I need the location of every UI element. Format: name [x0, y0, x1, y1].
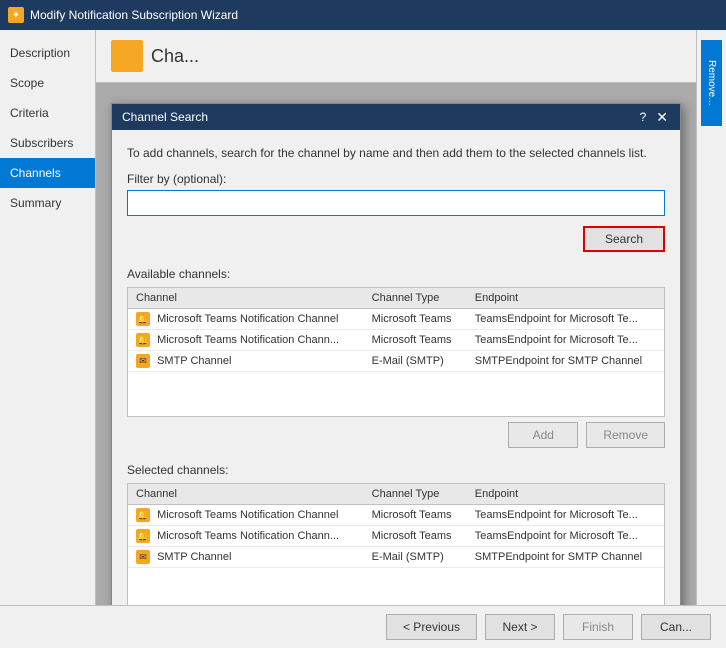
main-content: Description Scope Criteria Subscribers C… — [0, 30, 726, 605]
channel-icon: 🔔 — [136, 508, 150, 522]
page-body: Channel Search ? ✕ To add channels, sear… — [96, 83, 696, 605]
right-panel: Remove... — [696, 30, 726, 605]
selected-channels-section: Selected channels: Channel Channel Type … — [127, 463, 665, 605]
available-channels-table-container[interactable]: Channel Channel Type Endpoint — [127, 287, 665, 417]
table-row[interactable]: 🔔 Microsoft Teams Notification Channel M… — [128, 308, 664, 329]
selected-row0-endpoint: TeamsEndpoint for Microsoft Te... — [467, 504, 664, 525]
available-channels-section: Available channels: Channel Channel Type… — [127, 267, 665, 448]
available-row2-endpoint: SMTPEndpoint for SMTP Channel — [467, 350, 664, 371]
selected-row2-endpoint: SMTPEndpoint for SMTP Channel — [467, 546, 664, 567]
channel-icon: ✉ — [136, 354, 150, 368]
selected-row0-channel: 🔔 Microsoft Teams Notification Channel — [128, 504, 364, 525]
bottom-nav: < Previous Next > Finish Can... — [0, 605, 726, 648]
available-channels-table: Channel Channel Type Endpoint — [128, 288, 664, 372]
modal-overlay: Channel Search ? ✕ To add channels, sear… — [96, 83, 696, 605]
page-icon — [111, 40, 143, 72]
modal-body: To add channels, search for the channel … — [112, 130, 680, 605]
search-button[interactable]: Search — [583, 226, 665, 252]
table-row[interactable]: 🔔 Microsoft Teams Notification Chann... … — [128, 525, 664, 546]
selected-col-endpoint: Endpoint — [467, 484, 664, 505]
table-row[interactable]: ✉ SMTP Channel E-Mail (SMTP) SMTPEndpoin… — [128, 546, 664, 567]
available-channels-label: Available channels: — [127, 267, 665, 281]
available-row0-channel: 🔔 Microsoft Teams Notification Channel — [128, 308, 364, 329]
sidebar-item-criteria[interactable]: Criteria — [0, 98, 95, 128]
next-button[interactable]: Next > — [485, 614, 555, 640]
modal-close-button[interactable]: ✕ — [654, 110, 670, 124]
channel-icon: 🔔 — [136, 529, 150, 543]
sidebar: Description Scope Criteria Subscribers C… — [0, 30, 96, 605]
available-row2-channel: ✉ SMTP Channel — [128, 350, 364, 371]
selected-row1-type: Microsoft Teams — [364, 525, 467, 546]
selected-channels-label: Selected channels: — [127, 463, 665, 477]
available-row1-channel: 🔔 Microsoft Teams Notification Chann... — [128, 329, 364, 350]
page-area: Cha... Channel Search ? ✕ — [96, 30, 696, 605]
modal-help-button[interactable]: ? — [640, 110, 647, 124]
available-row1-endpoint: TeamsEndpoint for Microsoft Te... — [467, 329, 664, 350]
selected-col-channel: Channel — [128, 484, 364, 505]
modal-instruction: To add channels, search for the channel … — [127, 145, 665, 162]
search-row: Search — [127, 226, 665, 252]
remove-button[interactable]: Remove... — [701, 40, 722, 126]
available-row2-type: E-Mail (SMTP) — [364, 350, 467, 371]
available-col-channel: Channel — [128, 288, 364, 309]
table-row[interactable]: 🔔 Microsoft Teams Notification Chann... … — [128, 329, 664, 350]
selected-table-header-row: Channel Channel Type Endpoint — [128, 484, 664, 505]
channel-icon: 🔔 — [136, 312, 150, 326]
available-row1-type: Microsoft Teams — [364, 329, 467, 350]
page-header: Cha... — [96, 30, 696, 83]
selected-channels-table: Channel Channel Type Endpoint — [128, 484, 664, 568]
filter-label: Filter by (optional): — [127, 172, 665, 186]
table-row[interactable]: ✉ SMTP Channel E-Mail (SMTP) SMTPEndpoin… — [128, 350, 664, 371]
modal-title: Channel Search — [122, 110, 208, 124]
previous-button[interactable]: < Previous — [386, 614, 477, 640]
modal-title-bar: Channel Search ? ✕ — [112, 104, 680, 130]
available-col-type: Channel Type — [364, 288, 467, 309]
finish-button[interactable]: Finish — [563, 614, 633, 640]
selected-col-type: Channel Type — [364, 484, 467, 505]
bottom-cancel-button[interactable]: Can... — [641, 614, 711, 640]
selected-row2-channel: ✉ SMTP Channel — [128, 546, 364, 567]
app-window: ✦ Modify Notification Subscription Wizar… — [0, 0, 726, 648]
sidebar-item-subscribers[interactable]: Subscribers — [0, 128, 95, 158]
table-row[interactable]: 🔔 Microsoft Teams Notification Channel M… — [128, 504, 664, 525]
remove-from-available-button[interactable]: Remove — [586, 422, 665, 448]
sidebar-item-description[interactable]: Description — [0, 38, 95, 68]
app-icon: ✦ — [8, 7, 24, 23]
sidebar-item-summary[interactable]: Summary — [0, 188, 95, 218]
filter-input[interactable] — [127, 190, 665, 216]
available-table-header-row: Channel Channel Type Endpoint — [128, 288, 664, 309]
available-col-endpoint: Endpoint — [467, 288, 664, 309]
available-table-actions: Add Remove — [127, 422, 665, 448]
modal-title-actions: ? ✕ — [640, 110, 670, 124]
channel-icon: 🔔 — [136, 333, 150, 347]
filter-section: Filter by (optional): — [127, 172, 665, 216]
selected-row1-channel: 🔔 Microsoft Teams Notification Chann... — [128, 525, 364, 546]
sidebar-item-scope[interactable]: Scope — [0, 68, 95, 98]
available-row0-type: Microsoft Teams — [364, 308, 467, 329]
selected-row2-type: E-Mail (SMTP) — [364, 546, 467, 567]
available-row0-endpoint: TeamsEndpoint for Microsoft Te... — [467, 308, 664, 329]
title-bar: ✦ Modify Notification Subscription Wizar… — [0, 0, 726, 30]
selected-row1-endpoint: TeamsEndpoint for Microsoft Te... — [467, 525, 664, 546]
add-button[interactable]: Add — [508, 422, 578, 448]
channel-icon: ✉ — [136, 550, 150, 564]
selected-row0-type: Microsoft Teams — [364, 504, 467, 525]
selected-channels-table-container[interactable]: Channel Channel Type Endpoint — [127, 483, 665, 605]
page-title: Cha... — [151, 46, 199, 67]
app-title: Modify Notification Subscription Wizard — [30, 8, 238, 22]
channel-search-modal: Channel Search ? ✕ To add channels, sear… — [111, 103, 681, 605]
sidebar-item-channels[interactable]: Channels — [0, 158, 95, 188]
